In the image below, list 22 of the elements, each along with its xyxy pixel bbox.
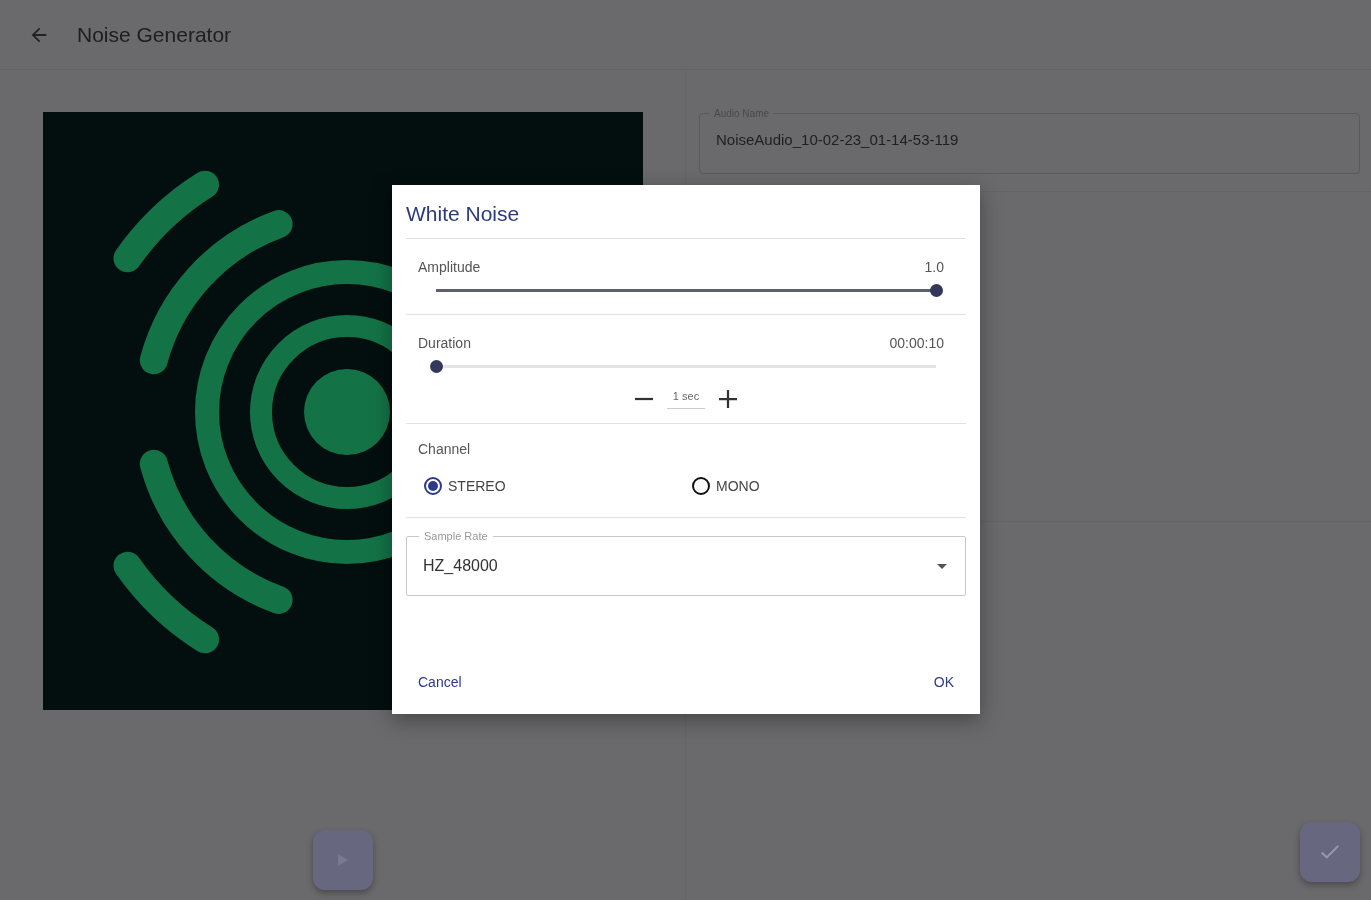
slider-label: Amplitude bbox=[418, 259, 481, 275]
slider-reading: 00:00:10 bbox=[889, 335, 944, 351]
plus-icon[interactable] bbox=[719, 389, 738, 408]
field-value: HZ_48000 bbox=[423, 557, 498, 575]
dropdown-caret-icon bbox=[937, 563, 947, 569]
radio-button[interactable] bbox=[424, 477, 442, 495]
dialog-button[interactable]: OK bbox=[921, 670, 966, 694]
radio-button[interactable] bbox=[692, 477, 710, 495]
dialog-title: White Noise bbox=[406, 185, 966, 239]
channel-label: Channel bbox=[418, 441, 472, 457]
check-icon bbox=[1321, 845, 1339, 859]
slider-thumb[interactable] bbox=[930, 284, 943, 297]
radio-option[interactable]: MONO bbox=[692, 477, 954, 495]
step-field[interactable]: 1 sec bbox=[666, 388, 706, 409]
screen-title: Noise Generator bbox=[77, 22, 232, 47]
slider-label: Duration bbox=[418, 335, 471, 351]
field-value: NoiseAudio_10-02-23_01-14-53-119 bbox=[716, 130, 959, 148]
field-label: Sample Rate bbox=[419, 530, 493, 542]
slider-thumb[interactable] bbox=[430, 360, 443, 373]
radio-option[interactable]: STEREO bbox=[424, 477, 686, 495]
dialog-button[interactable]: Cancel bbox=[406, 670, 474, 694]
slider-reading: 1.0 bbox=[924, 259, 944, 275]
